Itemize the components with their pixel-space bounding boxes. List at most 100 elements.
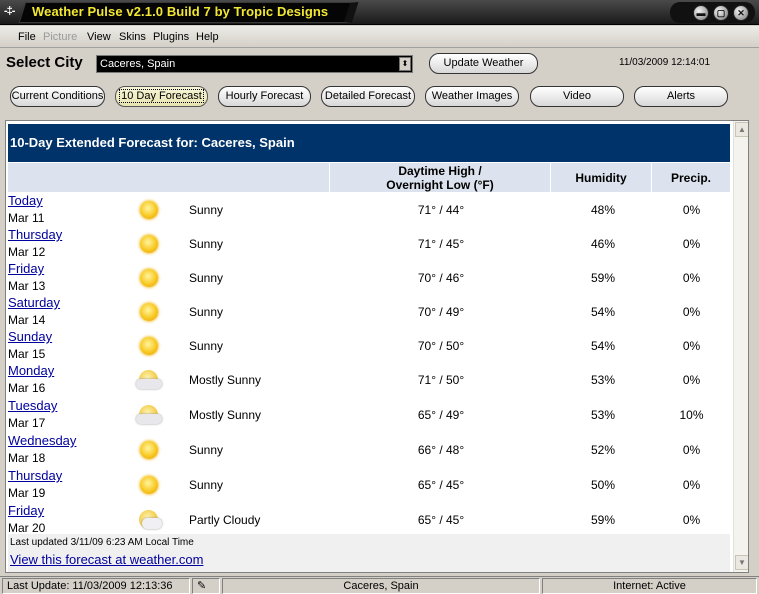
day-link[interactable]: Tuesday bbox=[8, 398, 57, 413]
scroll-up-icon[interactable]: ▲ bbox=[735, 122, 748, 137]
precipitation: 0% bbox=[682, 237, 701, 251]
day-link[interactable]: Today bbox=[8, 193, 43, 208]
maximize-icon[interactable]: ▢ bbox=[713, 5, 729, 21]
temperature: 65° / 49° bbox=[417, 408, 465, 422]
city-dropdown[interactable]: Caceres, Spain ⬍ bbox=[96, 55, 413, 73]
status-bar: Last Update: 11/03/2009 12:13:36 ✎ Cacer… bbox=[0, 576, 759, 594]
forecast-date: Mar 16 bbox=[8, 381, 46, 395]
temperature: 71° / 45° bbox=[417, 237, 465, 251]
menu-help[interactable]: Help bbox=[196, 31, 219, 43]
table-row: Wednesday Mar 18 Sunny 66° / 48° 52% 0% bbox=[8, 433, 730, 467]
menu-skins[interactable]: Skins bbox=[119, 31, 146, 43]
plane-icon[interactable]: -‡- bbox=[4, 5, 20, 19]
table-row: Monday Mar 16 Mostly Sunny 71° / 50° 53%… bbox=[8, 363, 730, 397]
menu-plugins[interactable]: Plugins bbox=[153, 31, 189, 43]
forecast-date: Mar 12 bbox=[8, 245, 46, 259]
sunny-icon bbox=[138, 439, 160, 461]
vertical-scrollbar[interactable]: ▲ ▼ bbox=[733, 121, 748, 572]
close-icon[interactable]: ✕ bbox=[733, 5, 749, 21]
condition-text: Sunny bbox=[189, 237, 224, 251]
precipitation: 0% bbox=[682, 339, 701, 353]
day-link[interactable]: Monday bbox=[8, 363, 54, 378]
tab-10-day-forecast[interactable]: 10 Day Forecast bbox=[115, 86, 208, 107]
temperature: 65° / 45° bbox=[417, 513, 465, 527]
forecast-date: Mar 20 bbox=[8, 521, 46, 535]
forecast-date: Mar 14 bbox=[8, 313, 46, 327]
sunny-icon bbox=[138, 233, 160, 255]
tab-video[interactable]: Video bbox=[530, 86, 624, 107]
weather-com-link[interactable]: View this forecast at weather.com bbox=[10, 552, 203, 567]
precipitation: 10% bbox=[679, 408, 704, 422]
table-row: Saturday Mar 14 Sunny 70° / 49° 54% 0% bbox=[8, 295, 730, 329]
temperature: 66° / 48° bbox=[417, 443, 465, 457]
mostly-sunny-icon bbox=[136, 369, 162, 391]
day-link[interactable]: Thursday bbox=[8, 468, 62, 483]
day-link[interactable]: Friday bbox=[8, 261, 44, 276]
table-row: Today Mar 11 Sunny 71° / 44° 48% 0% bbox=[8, 193, 730, 227]
title-bar[interactable]: -‡- Weather Pulse v2.1.0 Build 7 by Trop… bbox=[0, 0, 759, 25]
status-city: Caceres, Spain bbox=[222, 578, 540, 594]
mostly-sunny-icon bbox=[136, 404, 162, 426]
day-link[interactable]: Thursday bbox=[8, 227, 62, 242]
condition-text: Sunny bbox=[189, 203, 224, 217]
condition-text: Sunny bbox=[189, 271, 224, 285]
temperature: 70° / 46° bbox=[417, 271, 465, 285]
precipitation: 0% bbox=[682, 478, 701, 492]
forecast-date: Mar 13 bbox=[8, 279, 46, 293]
tab-weather-images[interactable]: Weather Images bbox=[425, 86, 519, 107]
day-link[interactable]: Saturday bbox=[8, 295, 60, 310]
day-link[interactable]: Sunday bbox=[8, 329, 52, 344]
humidity: 54% bbox=[590, 305, 616, 319]
temperature: 65° / 45° bbox=[417, 478, 465, 492]
dropdown-arrow-icon[interactable]: ⬍ bbox=[399, 57, 411, 71]
condition-text: Sunny bbox=[189, 443, 224, 457]
condition-text: Sunny bbox=[189, 339, 224, 353]
table-row: Thursday Mar 12 Sunny 71° / 45° 46% 0% bbox=[8, 227, 730, 261]
table-row: Friday Mar 13 Sunny 70° / 46° 59% 0% bbox=[8, 261, 730, 295]
forecast-date: Mar 19 bbox=[8, 486, 46, 500]
precipitation: 0% bbox=[682, 271, 701, 285]
condition-text: Mostly Sunny bbox=[189, 373, 262, 387]
condition-text: Sunny bbox=[189, 305, 224, 319]
day-link[interactable]: Friday bbox=[8, 503, 44, 518]
tab-detailed-forecast[interactable]: Detailed Forecast bbox=[321, 86, 415, 107]
update-weather-button[interactable]: Update Weather bbox=[429, 53, 538, 74]
forecast-date: Mar 11 bbox=[8, 211, 45, 225]
precipitation: 0% bbox=[682, 373, 701, 387]
precipitation: 0% bbox=[682, 443, 701, 457]
humidity-column-header: Humidity bbox=[575, 170, 627, 185]
table-row: Sunday Mar 15 Sunny 70° / 50° 54% 0% bbox=[8, 329, 730, 363]
condition-text: Mostly Sunny bbox=[189, 408, 262, 422]
last-updated-text: Last updated 3/11/09 6:23 AM Local Time bbox=[10, 537, 194, 548]
forecast-panel: 10-Day Extended Forecast for: Caceres, S… bbox=[5, 120, 749, 573]
temperature: 70° / 49° bbox=[417, 305, 465, 319]
forecast-footer: Last updated 3/11/09 6:23 AM Local Time … bbox=[8, 534, 730, 572]
status-tool-icon: ✎ bbox=[192, 578, 220, 594]
table-row: Friday Mar 20 Partly Cloudy 65° / 45° 59… bbox=[8, 503, 730, 537]
temperature: 70° / 50° bbox=[417, 339, 465, 353]
table-header: Daytime High / Overnight Low (°F) Humidi… bbox=[8, 163, 730, 192]
tab-hourly-forecast[interactable]: Hourly Forecast bbox=[218, 86, 311, 107]
status-last-update: Last Update: 11/03/2009 12:13:36 bbox=[2, 578, 190, 594]
precip-column-header: Precip. bbox=[670, 170, 712, 185]
humidity: 46% bbox=[590, 237, 616, 251]
menu-view[interactable]: View bbox=[87, 31, 111, 43]
humidity: 50% bbox=[590, 478, 616, 492]
sunny-icon bbox=[138, 474, 160, 496]
precipitation: 0% bbox=[682, 305, 701, 319]
precipitation: 0% bbox=[682, 513, 701, 527]
tab-alerts[interactable]: Alerts bbox=[634, 86, 728, 107]
table-row: Tuesday Mar 17 Mostly Sunny 65° / 49° 53… bbox=[8, 398, 730, 432]
humidity: 52% bbox=[590, 443, 616, 457]
tab-current-conditions[interactable]: Current Conditions bbox=[10, 86, 105, 107]
humidity: 59% bbox=[590, 271, 616, 285]
temp-column-header: Daytime High / Overnight Low (°F) bbox=[386, 163, 494, 192]
minimize-icon[interactable]: ▬ bbox=[693, 5, 709, 21]
scroll-down-icon[interactable]: ▼ bbox=[735, 555, 748, 570]
precipitation: 0% bbox=[682, 203, 701, 217]
day-link[interactable]: Wednesday bbox=[8, 433, 76, 448]
forecast-date: Mar 17 bbox=[8, 416, 46, 430]
menu-file[interactable]: File bbox=[18, 31, 36, 43]
forecast-date: Mar 15 bbox=[8, 347, 46, 361]
humidity: 48% bbox=[590, 203, 616, 217]
